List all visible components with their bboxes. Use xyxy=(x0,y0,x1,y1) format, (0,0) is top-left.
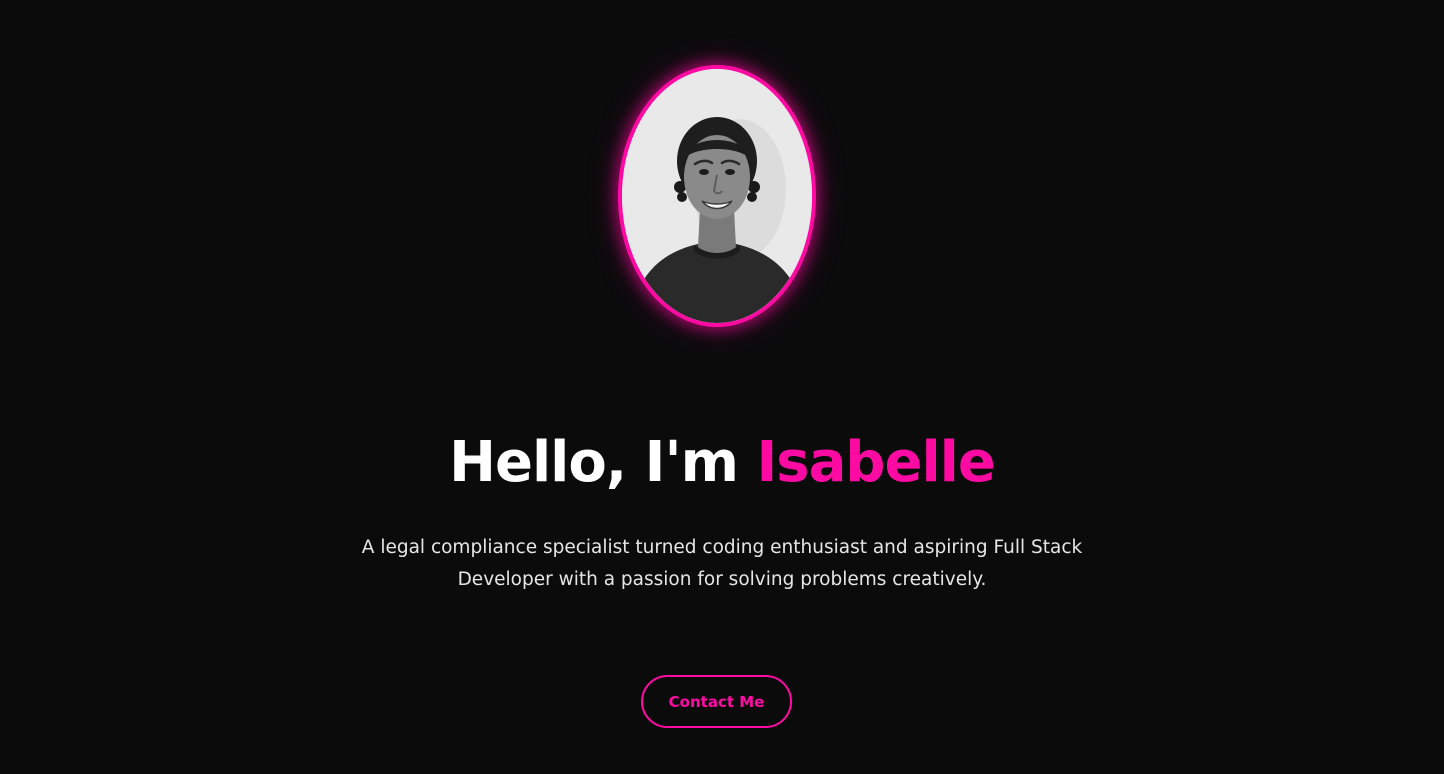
greeting-text: Hello, I'm xyxy=(449,430,739,495)
profile-photo xyxy=(618,65,816,327)
hero-section: Hello, I'm Isabelle A legal compliance s… xyxy=(0,0,1444,774)
contact-me-button[interactable]: Contact Me xyxy=(641,675,792,728)
hero-name: Isabelle xyxy=(756,430,995,495)
hero-description: A legal compliance specialist turned cod… xyxy=(361,537,1083,590)
hero-title: Hello, I'm Isabelle xyxy=(0,426,1444,500)
portrait-illustration xyxy=(622,69,812,323)
